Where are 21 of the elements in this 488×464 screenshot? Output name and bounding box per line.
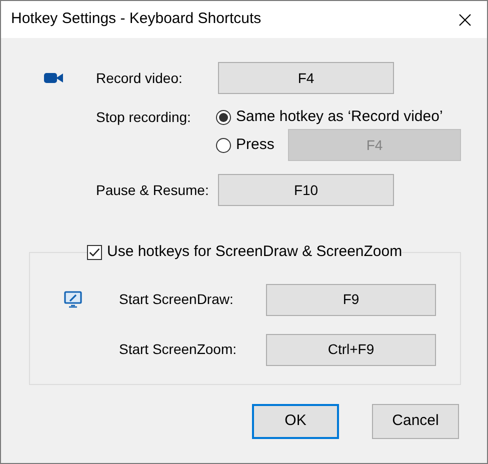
video-camera-icon	[44, 72, 63, 84]
radio-label[interactable]: Same hotkey as ‘Record video’	[236, 106, 443, 128]
hotkey-field[interactable]: F10	[218, 174, 394, 206]
monitor-pen-icon	[64, 291, 82, 308]
field-label: Start ScreenDraw:	[119, 290, 234, 309]
close-icon[interactable]	[459, 14, 471, 26]
field-label: Pause & Resume:	[96, 180, 210, 200]
field-label: Start ScreenZoom:	[119, 340, 238, 359]
hotkey-field[interactable]: F9	[266, 284, 436, 316]
hotkey-field[interactable]: F4	[218, 62, 394, 94]
radio-button[interactable]	[216, 110, 231, 124]
radio-button[interactable]	[216, 138, 231, 152]
dialog-button[interactable]: OK	[252, 404, 339, 439]
window-title: Hotkey Settings - Keyboard Shortcuts	[11, 9, 262, 30]
checkbox[interactable]	[87, 244, 102, 260]
dialog-button[interactable]: Cancel	[372, 404, 459, 439]
radio-label[interactable]: Press	[236, 134, 288, 156]
checkbox-label[interactable]: Use hotkeys for ScreenDraw & ScreenZoom	[107, 241, 402, 264]
field-label: Stop recording:	[96, 108, 192, 127]
hotkey-field[interactable]: Ctrl+F9	[266, 334, 436, 366]
field-label: Record video:	[96, 68, 184, 88]
